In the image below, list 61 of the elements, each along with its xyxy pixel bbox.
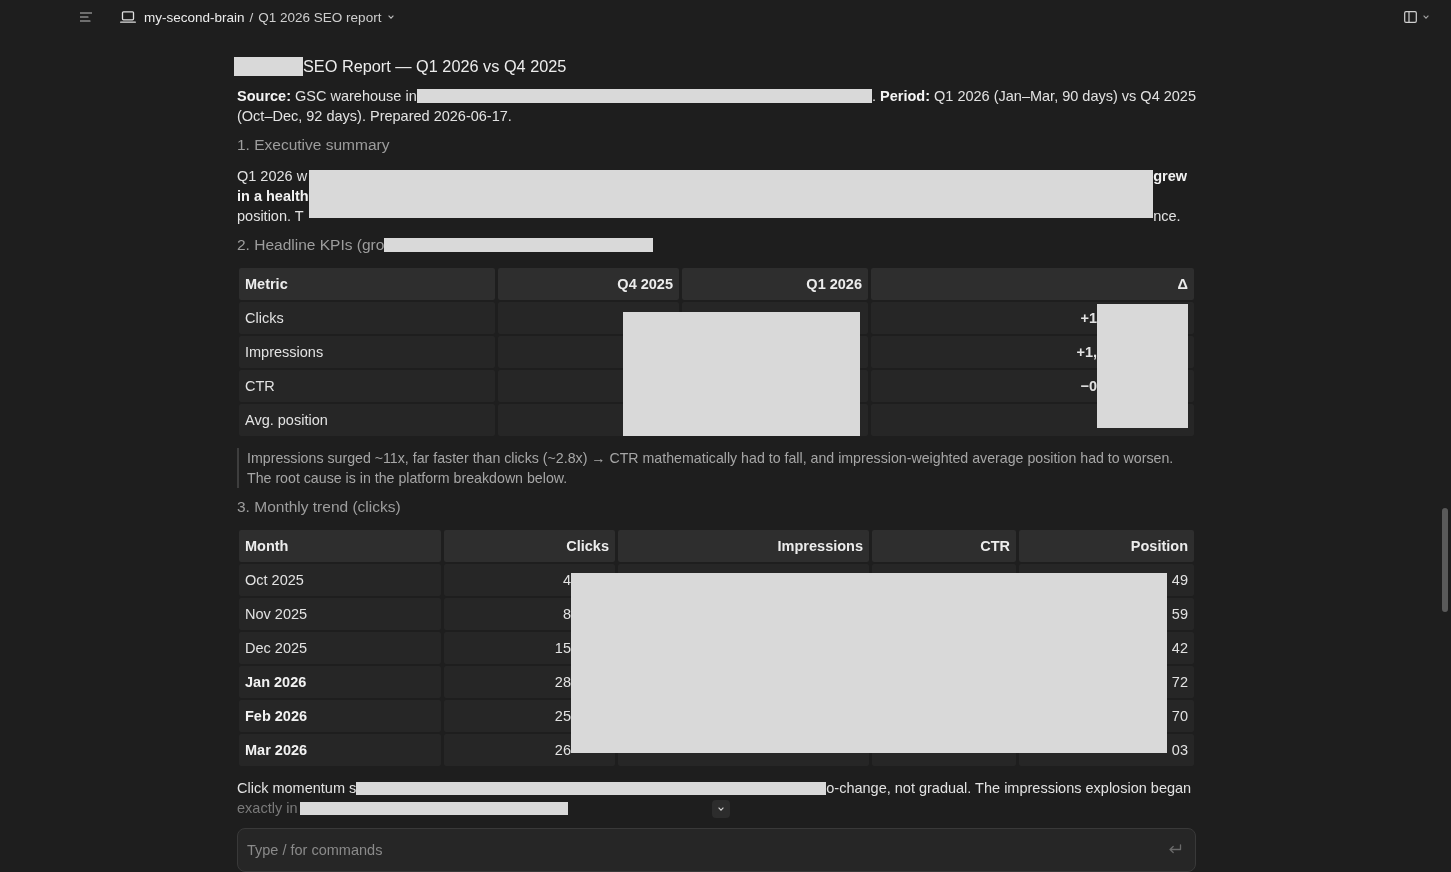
table-cell: Feb 2026: [239, 700, 441, 732]
position-value: 03: [1171, 742, 1188, 758]
column-header: Q1 2026: [682, 268, 868, 300]
paragraph-text: Q1 2026 w: [237, 168, 309, 184]
paragraph-text: position. T: [237, 208, 305, 224]
source-text: (Oct–Dec, 92 days). Prepared 2026-06-17.: [237, 108, 512, 124]
laptop-icon: [120, 11, 136, 23]
column-header: Position: [1019, 530, 1194, 562]
table-cell: Nov 2025: [239, 598, 441, 630]
menu-icon[interactable]: [80, 12, 92, 22]
column-header: Month: [239, 530, 441, 562]
paragraph-text: in a health: [237, 188, 309, 204]
clicks-value: 25: [554, 708, 571, 724]
page-title-button[interactable]: Q1 2026 SEO report: [258, 9, 395, 25]
column-header: Impressions: [618, 530, 869, 562]
column-header: Δ: [871, 268, 1194, 300]
position-value: 49: [1171, 572, 1188, 588]
quote-text: Impressions surged ~11x, far faster than clicks (~2.8x) → CTR mathematically had to fall, and impression-weighted average position had to worsen. The root cause is in the platform breakdown below.: [237, 448, 1196, 488]
paragraph-text: nce.: [1153, 208, 1181, 224]
clicks-value: 8: [562, 606, 571, 622]
section-heading: 1. Executive summary: [237, 135, 391, 155]
column-header: CTR: [872, 530, 1016, 562]
paragraph-text: grew: [1153, 168, 1187, 184]
panel-icon[interactable]: [1404, 11, 1417, 23]
table-cell: Dec 2025: [239, 632, 441, 664]
report-title: SEO Report — Q1 2026 vs Q4 2025: [303, 56, 567, 76]
table-cell: Impressions: [239, 336, 495, 368]
table-cell: Mar 2026: [239, 734, 441, 766]
position-value: 70: [1171, 708, 1188, 724]
clicks-value: 28: [554, 674, 571, 690]
chevron-down-icon: [388, 15, 395, 19]
column-header: Clicks: [444, 530, 615, 562]
clicks-value: 4: [562, 572, 571, 588]
clicks-value: 26: [554, 742, 571, 758]
scroll-down-button[interactable]: [712, 800, 730, 818]
paragraph-text: exactly in: [237, 800, 298, 816]
chevron-down-icon[interactable]: [1423, 15, 1429, 19]
scrollbar-thumb[interactable]: [1442, 508, 1448, 612]
table-cell: Avg. position: [239, 404, 495, 436]
enter-icon[interactable]: [1168, 844, 1182, 855]
table-cell: Clicks: [239, 302, 495, 334]
table-cell: Jan 2026: [239, 666, 441, 698]
table-cell: Oct 2025: [239, 564, 441, 596]
clicks-value: 15: [554, 640, 571, 656]
redaction-block: [234, 56, 303, 76]
column-header: Q4 2025: [498, 268, 679, 300]
section-heading: 2. Headline KPIs (gro: [237, 235, 385, 255]
paragraph-text: Click momentum s: [237, 780, 357, 796]
command-input[interactable]: Type / for commands: [237, 828, 1196, 872]
chevron-down-icon: [718, 807, 724, 811]
breadcrumb-separator: /: [249, 9, 254, 25]
position-value: 59: [1171, 606, 1188, 622]
position-value: 72: [1171, 674, 1188, 690]
workspace-name[interactable]: my-second-brain: [144, 9, 245, 25]
position-value: 42: [1171, 640, 1188, 656]
section-heading: 3. Monthly trend (clicks): [237, 497, 402, 517]
source-text: Source: GSC warehouse in: [237, 88, 417, 104]
column-header: Metric: [239, 268, 495, 300]
table-cell: CTR: [239, 370, 495, 402]
paragraph-text: o-change, not gradual. The impressions explosion began: [826, 780, 1192, 796]
source-text: . Period: Q1 2026 (Jan–Mar, 90 days) vs Q4 2025: [872, 88, 1196, 104]
